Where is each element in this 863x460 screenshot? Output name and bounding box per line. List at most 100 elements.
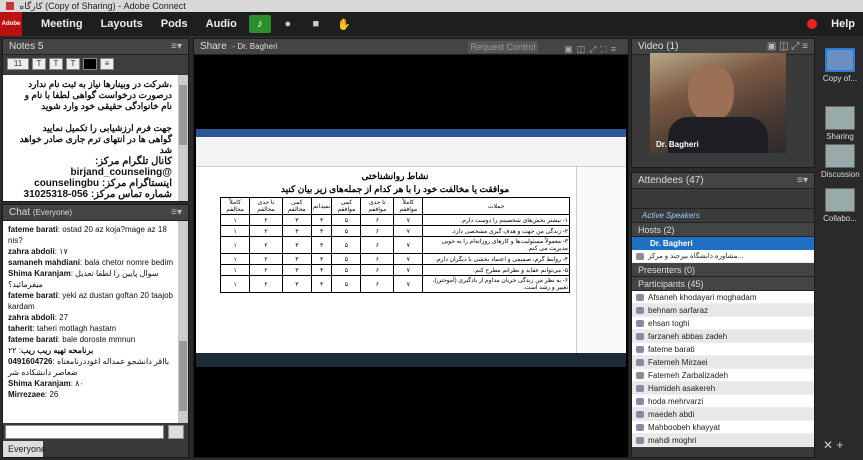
participants-section[interactable]: Participants (45) <box>632 277 814 291</box>
table-cell: ۳ <box>281 275 312 293</box>
table-cell: ۶ <box>360 236 395 254</box>
table-cell: ۳ <box>281 225 312 237</box>
table-cell: ۴ <box>310 214 333 226</box>
table-cell: ۳ <box>281 264 312 276</box>
table-cell: ۴- روابط گرم، صمیمی و اعتماد بخشی با دیگ… <box>422 253 570 265</box>
italic-icon[interactable]: T <box>49 58 63 70</box>
table-cell: ۳ <box>281 236 312 254</box>
window-titlebar: کارگاه (Copy of Sharing) - Adobe Connect <box>0 0 863 12</box>
participant-row[interactable]: ehsan toghi <box>632 317 814 330</box>
chat-text: bala chetor nomre bedim <box>84 258 173 267</box>
chat-send-icon[interactable] <box>168 425 184 439</box>
chat-sender: fateme barati <box>8 335 58 344</box>
pod-menu-icon[interactable]: ≡▾ <box>797 173 808 189</box>
font-size-select[interactable]: 11 <box>7 58 29 70</box>
pod-menu-icon[interactable]: ≡▾ <box>171 205 182 221</box>
doc-subtitle: موافقت یا مخالفت خود را با هر کدام از جم… <box>280 184 510 194</box>
table-cell: ۵ <box>331 236 362 254</box>
microphone-icon[interactable]: ● <box>277 15 299 33</box>
participant-row[interactable]: Mahboobeh khayyat <box>632 421 814 434</box>
recording-indicator[interactable] <box>807 19 818 29</box>
table-row: ۶- به نظر من زندگی جریان مداوم از یادگیر… <box>219 275 570 293</box>
participant-row[interactable]: Fatemeh Mirzaei <box>632 356 814 369</box>
participant-row[interactable]: hoda mehrvarzi <box>632 395 814 408</box>
menu-layouts[interactable]: Layouts <box>101 18 143 30</box>
layout-copy-of-sharing[interactable]: Copy of... <box>821 48 859 83</box>
attendees-header: Attendees (47) ≡▾ <box>632 173 814 189</box>
table-cell: ۵ <box>331 253 362 265</box>
share-presenter: - Dr. Bagheri <box>232 42 278 51</box>
participant-row[interactable]: mahdi moghri <box>632 434 814 447</box>
chat-sender: Mirrezaee <box>8 390 45 399</box>
chat-message: Shima Karanjam: ۸۰ <box>8 379 84 388</box>
table-header: کمی مخالفم <box>281 197 312 215</box>
table-row: ۱- بیشتر بخش‌های شخصیتم را دوست دارم. ۷ ۶ ۵… <box>219 214 570 226</box>
table-row: ۴- روابط گرم، صمیمی و اعتماد بخشی با دیگ… <box>219 253 570 265</box>
participant-row[interactable]: Fatemeh Zarbalizadeh <box>632 369 814 382</box>
chat-scrollbar[interactable] <box>178 221 188 423</box>
chat-messages: fateme barati: ostad 20 az koja?mage az … <box>3 221 178 423</box>
table-cell: ۵ <box>331 264 362 276</box>
table-cell: ۲ <box>249 225 283 237</box>
presenters-section[interactable]: Presenters (0) <box>632 263 814 277</box>
table-cell: ۴ <box>310 225 333 237</box>
table-cell: ۲ <box>249 253 283 265</box>
adobe-logo: Adobe <box>0 12 22 36</box>
table-row: ۳- معمولاً مسئولیت‌ها و کارهای روزانه‌ام… <box>219 236 570 254</box>
video-title: Video <box>638 41 664 52</box>
participant-row[interactable]: Hamideh asakereh <box>632 382 814 395</box>
list-icon[interactable]: ≡ <box>100 58 114 70</box>
chat-text: 27 <box>59 313 69 322</box>
share-pod: Share - Dr. Bagheri Request Control ▣◫⤢⛶… <box>193 38 629 458</box>
participant-row[interactable]: Afsaneh khodayari moghadam <box>632 291 814 304</box>
bold-icon[interactable]: T <box>32 58 46 70</box>
notes-body[interactable]: ،شرکت در وبینارها نیاز به ثبت نام ندارد … <box>3 75 178 201</box>
doc-title: نشاط روانشناختی <box>361 171 429 181</box>
table-cell: ۶ <box>360 264 395 276</box>
menu-audio[interactable]: Audio <box>206 18 237 30</box>
chat-sender: fateme barati <box>8 291 58 300</box>
participant-row[interactable]: behnam sarfaraz <box>632 304 814 317</box>
raise-hand-icon[interactable]: ✋ <box>333 15 355 33</box>
layout-tools-icon[interactable]: ✕ + <box>823 438 843 452</box>
table-cell: ۷ <box>393 225 424 237</box>
menu-pods[interactable]: Pods <box>161 18 188 30</box>
participant-row[interactable]: maedeh abdi <box>632 408 814 421</box>
table-cell: ۲ <box>249 264 283 276</box>
attendees-pod: Attendees (47) ≡▾ Active Speakers Hosts … <box>631 172 815 458</box>
layout-discussion[interactable]: Discussion <box>821 144 860 179</box>
request-control-button[interactable]: Request Control <box>468 41 538 53</box>
speaker-icon[interactable]: ♪ <box>248 15 271 33</box>
video-count: (1) <box>666 41 679 52</box>
webcam-icon[interactable]: ■ <box>305 15 327 33</box>
table-cell: ۳ <box>281 253 312 265</box>
table-cell: ۷ <box>393 253 424 265</box>
table-cell: ۳- معمولاً مسئولیت‌ها و کارهای روزانه‌ام… <box>422 236 570 254</box>
host-row[interactable]: مشاوره دانشگاه بیرجند و مرکز... <box>632 250 814 263</box>
hosts-section[interactable]: Hosts (2) <box>632 223 814 237</box>
table-cell: ۶ <box>360 225 395 237</box>
layout-sharing[interactable]: Sharing <box>821 106 859 141</box>
participant-row[interactable]: farzaneh abbas zadeh <box>632 330 814 343</box>
underline-icon[interactable]: T <box>66 58 80 70</box>
chat-text: ۸۰ <box>75 379 84 388</box>
notes-scrollbar[interactable] <box>178 75 188 201</box>
menu-meeting[interactable]: Meeting <box>41 18 83 30</box>
attendees-count: (47) <box>685 175 704 186</box>
chat-tab-everyone[interactable]: Everyone <box>3 441 46 457</box>
word-page: نشاط روانشناختی موافقت یا مخالفت خود را … <box>219 169 570 353</box>
layout-collaboration[interactable]: Collabo... <box>821 188 859 223</box>
pod-menu-icon[interactable]: ≡▾ <box>171 39 182 55</box>
presenter-video: Dr. Bagheri <box>650 53 786 153</box>
text-color-icon[interactable] <box>83 58 97 70</box>
table-header: تا حدی موافقم <box>360 197 395 215</box>
table-cell: ۶ <box>360 214 395 226</box>
chat-input[interactable] <box>5 425 164 439</box>
table-cell: ۷ <box>393 214 424 226</box>
attendee-toolbar[interactable] <box>632 189 814 209</box>
chat-sender: samaneh mahdiani <box>8 258 81 267</box>
table-cell: ۷ <box>393 275 424 293</box>
participant-row[interactable]: fateme barati <box>632 343 814 356</box>
host-row[interactable]: Dr. Bagheri <box>632 237 814 250</box>
menu-help[interactable]: Help <box>831 18 855 30</box>
